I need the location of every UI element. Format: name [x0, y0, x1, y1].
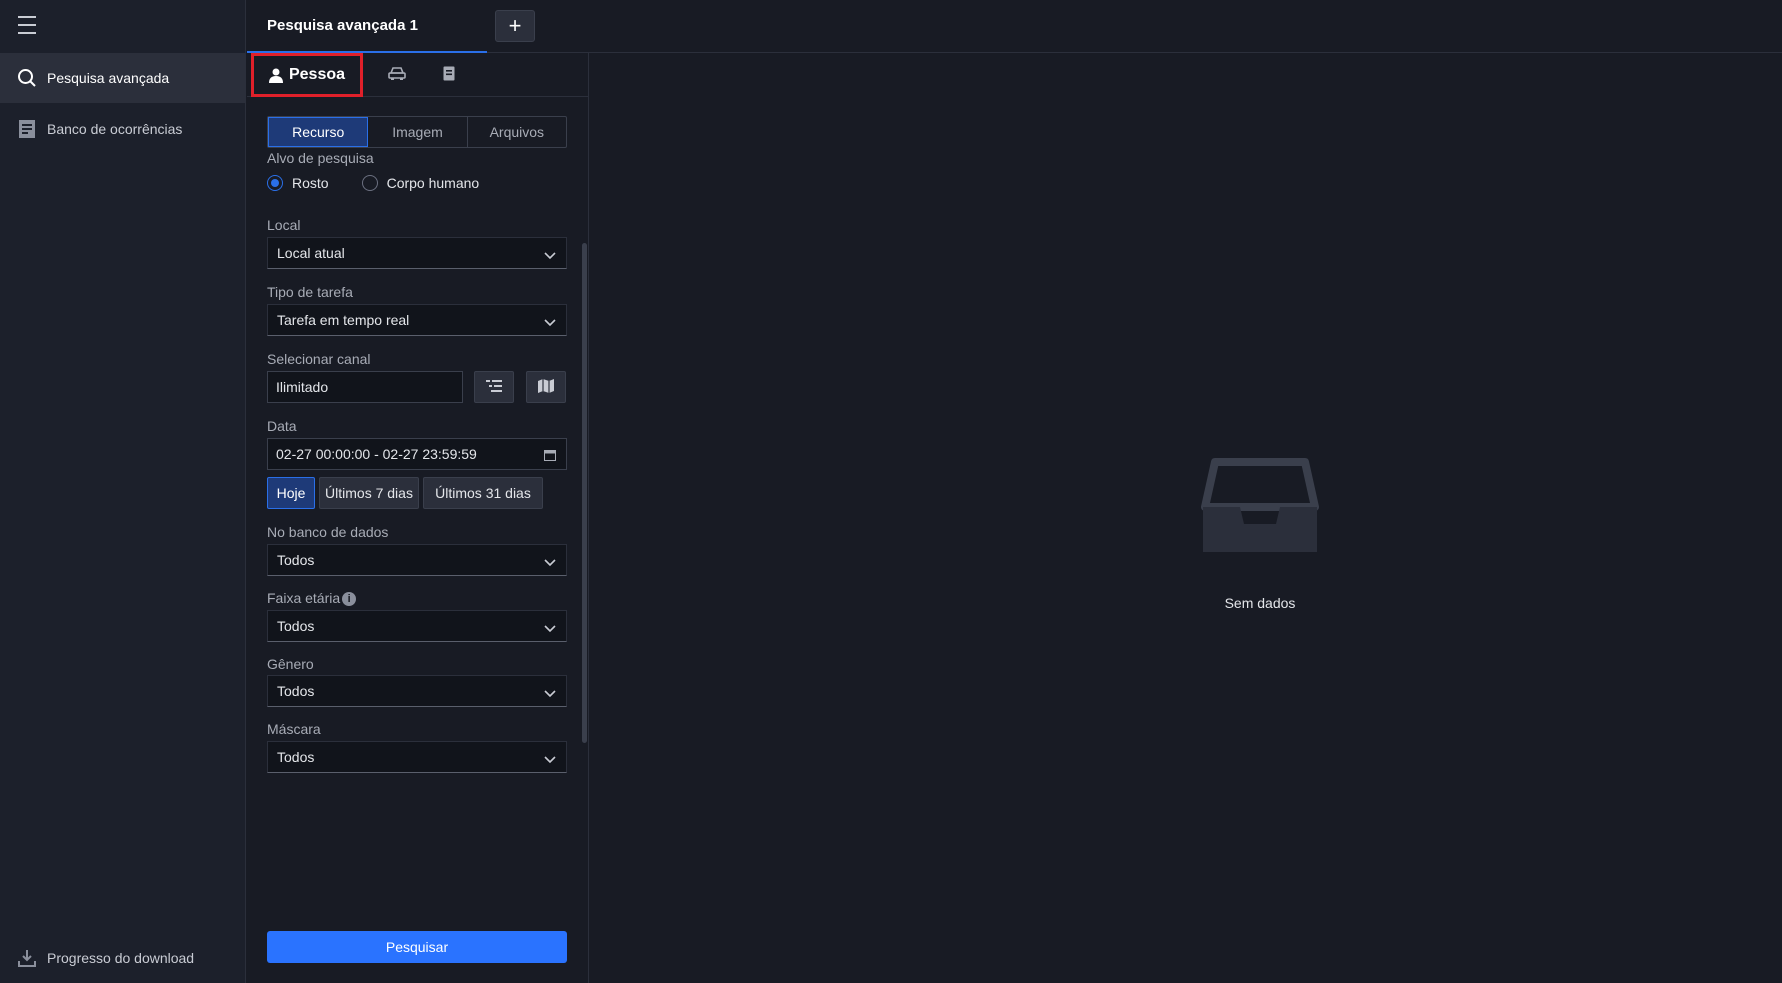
- gender-value: Todos: [277, 683, 315, 699]
- person-icon: [268, 68, 283, 83]
- task-type-label: Tipo de tarefa: [267, 284, 353, 300]
- tab-person-label: Pessoa: [288, 66, 346, 83]
- sidebar-item-advanced-search[interactable]: Pesquisa avançada: [0, 53, 246, 103]
- date-range-input[interactable]: 02-27 00:00:00 - 02-27 23:59:59: [267, 438, 567, 470]
- sidebar-item-label: Banco de ocorrências: [47, 121, 183, 137]
- quick-date-31-days-button[interactable]: Últimos 31 dias: [423, 477, 543, 509]
- segment-files[interactable]: Arquivos: [468, 117, 566, 147]
- search-button[interactable]: Pesquisar: [267, 931, 567, 963]
- age-range-label-text: Faixa etária: [267, 590, 341, 606]
- date-range-value: 02-27 00:00:00 - 02-27 23:59:59: [276, 446, 477, 462]
- search-target-label: Alvo de pesquisa: [267, 150, 374, 166]
- source-segmented-control: Recurso Imagem Arquivos: [267, 116, 567, 148]
- quick-date-today-button[interactable]: Hoje: [267, 477, 315, 509]
- radio-body[interactable]: Corpo humano: [361, 175, 480, 191]
- sidebar-item-label: Pesquisa avançada: [47, 70, 170, 86]
- chevron-down-icon: [544, 314, 556, 330]
- gender-select[interactable]: Todos: [267, 675, 567, 707]
- tab-bar: Pesquisa avançada 1 +: [247, 0, 1782, 53]
- tab-person[interactable]: Pessoa: [251, 53, 363, 97]
- channel-value: Ilimitado: [276, 379, 329, 395]
- mask-select[interactable]: Todos: [267, 741, 567, 773]
- database-doc-icon: [16, 118, 38, 140]
- radio-face[interactable]: Rosto: [267, 175, 329, 191]
- location-value: Local atual: [277, 245, 345, 261]
- task-type-select[interactable]: Tarefa em tempo real: [267, 304, 567, 336]
- chevron-down-icon: [544, 554, 556, 570]
- search-type-tabs: Pessoa: [247, 53, 589, 97]
- age-range-select[interactable]: Todos: [267, 610, 567, 642]
- channel-label: Selecionar canal: [267, 351, 371, 367]
- radio-face-circle[interactable]: [267, 175, 283, 191]
- sidebar: Pesquisa avançada Banco de ocorrências P…: [0, 0, 246, 983]
- age-range-label: Faixa etária i: [267, 590, 357, 607]
- calendar-icon[interactable]: [544, 448, 556, 464]
- sidebar-item-download-progress[interactable]: Progresso do download: [0, 933, 246, 983]
- gender-label: Gênero: [267, 656, 314, 672]
- map-icon: [538, 378, 554, 396]
- database-label: No banco de dados: [267, 524, 389, 540]
- download-icon: [16, 947, 38, 969]
- search-panel: Pessoa Recurso Imagem Arquivos Alvo de p…: [247, 53, 589, 983]
- document-icon: [443, 66, 455, 84]
- add-tab-button[interactable]: +: [495, 10, 535, 42]
- tab-vehicle[interactable]: [377, 53, 417, 97]
- mask-value: Todos: [277, 749, 315, 765]
- chevron-down-icon: [544, 620, 556, 636]
- radio-body-circle[interactable]: [361, 175, 378, 191]
- radio-body-label: Corpo humano: [386, 175, 480, 191]
- list-filter-icon: [486, 379, 502, 396]
- search-icon: [16, 67, 38, 89]
- empty-state-text: Sem dados: [1224, 595, 1296, 611]
- quick-date-7-days-button[interactable]: Últimos 7 dias: [319, 477, 419, 509]
- panel-scrollbar[interactable]: [582, 243, 587, 743]
- database-value: Todos: [277, 552, 315, 568]
- location-select[interactable]: Local atual: [267, 237, 567, 269]
- channel-input[interactable]: Ilimitado: [267, 371, 463, 403]
- radio-face-label: Rosto: [292, 175, 329, 191]
- sidebar-item-label: Progresso do download: [47, 950, 195, 966]
- age-range-value: Todos: [277, 618, 315, 634]
- tab-document[interactable]: [429, 53, 469, 97]
- empty-inbox-icon: [1180, 458, 1340, 565]
- car-icon: [388, 66, 406, 84]
- segment-resource[interactable]: Recurso: [268, 117, 369, 147]
- database-select[interactable]: Todos: [267, 544, 567, 576]
- channel-list-button[interactable]: [474, 371, 514, 403]
- mask-label: Máscara: [267, 721, 321, 737]
- chevron-down-icon: [544, 247, 556, 263]
- menu-icon[interactable]: [18, 16, 36, 36]
- channel-map-button[interactable]: [526, 371, 566, 403]
- date-label: Data: [267, 418, 297, 434]
- chevron-down-icon: [544, 685, 556, 701]
- tab-advanced-search-1[interactable]: Pesquisa avançada 1: [247, 0, 487, 53]
- segment-image[interactable]: Imagem: [368, 117, 468, 147]
- empty-state: [1180, 452, 1340, 565]
- chevron-down-icon: [544, 751, 556, 767]
- task-type-value: Tarefa em tempo real: [277, 312, 410, 328]
- location-label: Local: [267, 217, 301, 233]
- info-icon[interactable]: i: [342, 592, 357, 607]
- search-target-radio-group: Rosto Corpo humano: [267, 175, 512, 191]
- sidebar-item-occurrences[interactable]: Banco de ocorrências: [0, 104, 246, 154]
